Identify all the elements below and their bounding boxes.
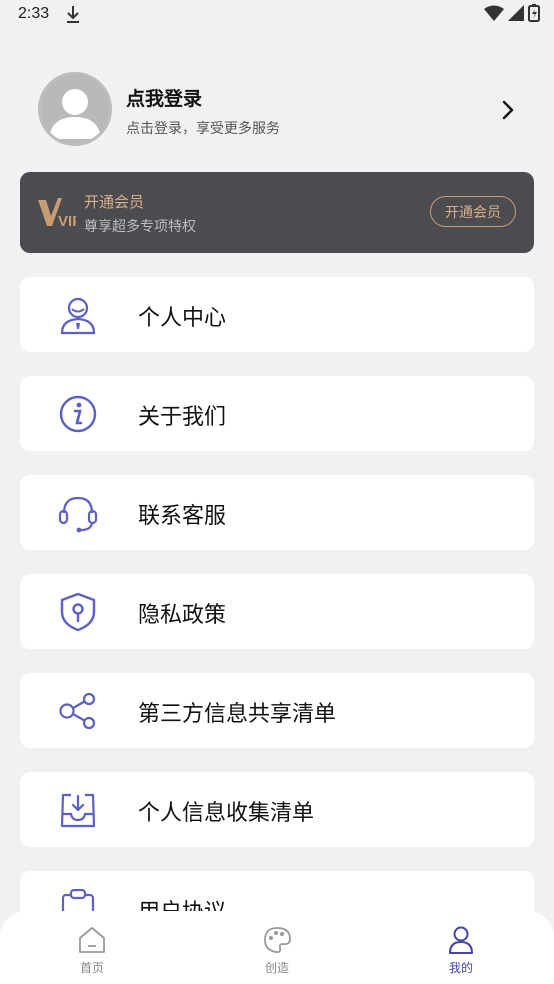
menu-label: 个人信息收集清单 — [138, 801, 315, 826]
menu-label: 第三方信息共享清单 — [138, 702, 337, 727]
vip-title: 开通会员 — [84, 193, 145, 211]
tab-label: 首页 — [79, 961, 104, 975]
login-title[interactable]: 点我登录 — [126, 84, 202, 111]
tab-mine[interactable]: 我的 — [421, 925, 501, 983]
tab-home[interactable]: 首页 — [52, 925, 132, 983]
menu-label: 联系客服 — [138, 504, 227, 529]
user-icon — [60, 297, 96, 335]
vip-card[interactable]: VIP 开通会员 尊享超多专项特权 开通会员 — [20, 172, 534, 253]
headset-icon — [58, 496, 98, 533]
menu-item-personal-info-list[interactable]: 个人信息收集清单 — [20, 772, 534, 847]
tab-label: 我的 — [448, 961, 473, 975]
tab-create[interactable]: 创造 — [237, 925, 317, 983]
vip-subtitle: 尊享超多专项特权 — [84, 219, 196, 235]
status-time: 2:33 — [18, 5, 50, 22]
menu-item-about-us[interactable]: 关于我们 — [20, 376, 534, 451]
menu-label: 关于我们 — [138, 405, 227, 430]
status-bar: 2:33 — [0, 0, 554, 32]
info-icon — [59, 395, 97, 433]
menu-label: 隐私政策 — [138, 603, 227, 628]
avatar[interactable] — [38, 72, 112, 146]
bottom-nav: 首页 创造 我的 — [0, 911, 554, 984]
tab-label: 创造 — [264, 961, 289, 975]
open-vip-button[interactable]: 开通会员 — [430, 196, 516, 227]
battery-icon — [528, 4, 540, 22]
shield-icon — [60, 592, 96, 632]
menu-item-third-party-list[interactable]: 第三方信息共享清单 — [20, 673, 534, 748]
vip-logo-icon: VIP — [38, 198, 76, 230]
chevron-right-icon[interactable] — [498, 98, 518, 122]
vip-logo-text: VIP — [58, 213, 76, 230]
home-icon — [79, 927, 105, 953]
person-icon — [449, 926, 473, 954]
menu-item-privacy-policy[interactable]: 隐私政策 — [20, 574, 534, 649]
status-icons — [484, 4, 540, 22]
menu-item-customer-service[interactable]: 联系客服 — [20, 475, 534, 550]
wifi-icon — [484, 5, 504, 21]
login-row[interactable]: 点我登录 点击登录，享受更多服务 — [38, 72, 528, 150]
login-subtitle: 点击登录，享受更多服务 — [126, 121, 280, 137]
menu-item-personal-center[interactable]: 个人中心 — [20, 277, 534, 352]
palette-icon — [264, 927, 291, 954]
inbox-icon — [60, 793, 96, 828]
download-icon — [67, 6, 79, 23]
share-icon — [59, 692, 96, 730]
menu-label: 个人中心 — [138, 306, 227, 331]
signal-icon — [508, 5, 524, 21]
default-avatar-icon — [49, 89, 101, 139]
